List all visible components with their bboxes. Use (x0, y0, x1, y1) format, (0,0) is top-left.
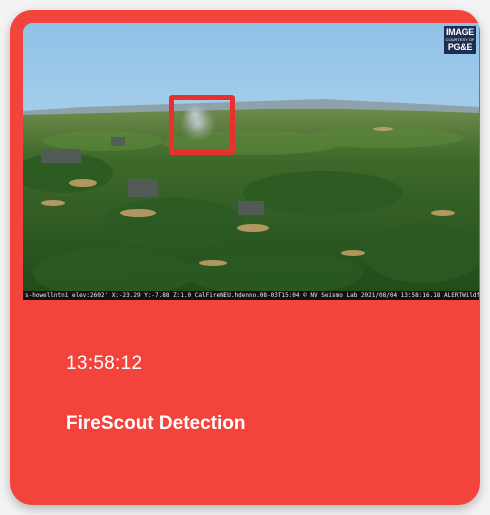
camera-image[interactable]: IMAGE COURTESY OF PG&E s-howellntn1 elev… (23, 23, 479, 300)
image-courtesy-badge: IMAGE COURTESY OF PG&E (444, 26, 476, 54)
detection-highlight-box (169, 95, 235, 155)
badge-line-1: IMAGE (445, 27, 474, 37)
detection-title: FireScout Detection (66, 413, 246, 434)
detection-timestamp: 13:58:12 (66, 353, 143, 374)
badge-line-3: PG&E (447, 42, 473, 52)
camera-info-overlay: s-howellntn1 elev:2602' X:-23.29 Y:-7.88… (23, 291, 479, 300)
landscape-scene (23, 23, 479, 300)
detection-card[interactable]: IMAGE COURTESY OF PG&E s-howellntn1 elev… (10, 10, 480, 505)
